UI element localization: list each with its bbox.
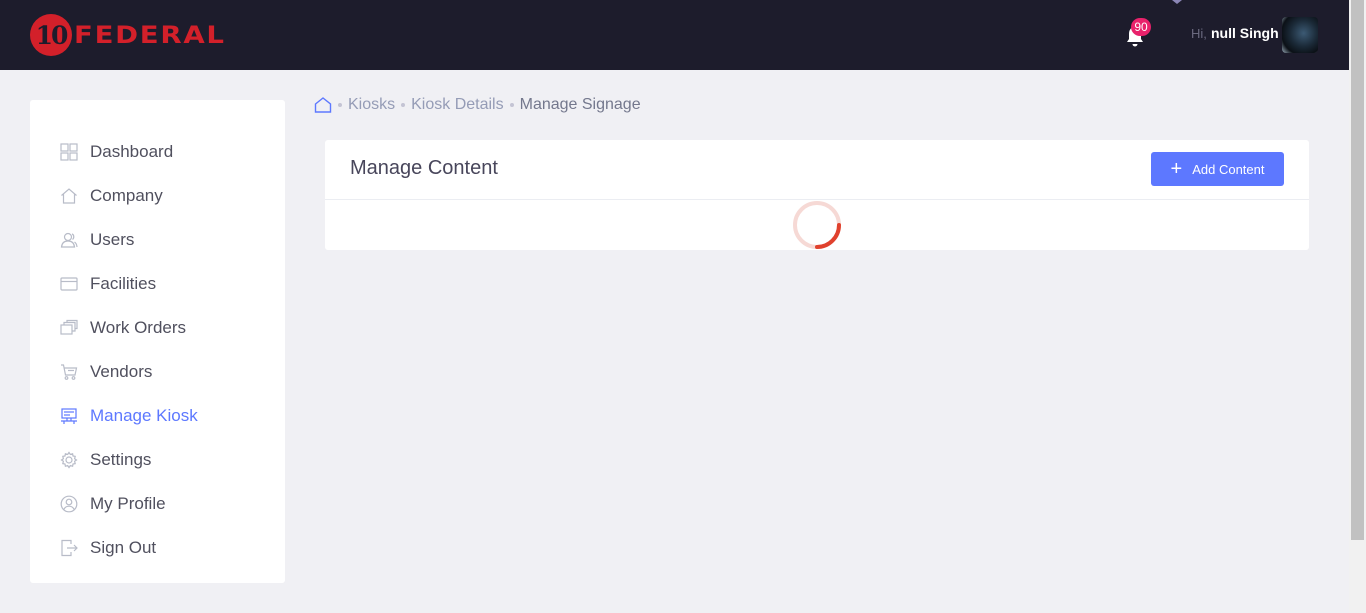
- user-name[interactable]: null Singh: [1211, 25, 1279, 41]
- sidebar-item-label: Company: [90, 186, 163, 205]
- greeting-text: Hi,: [1191, 26, 1207, 41]
- sidebar-item-settings[interactable]: Settings: [60, 448, 151, 472]
- breadcrumb-current: Manage Signage: [519, 96, 641, 113]
- home-icon[interactable]: [314, 96, 332, 114]
- breadcrumb-separator: [509, 103, 514, 107]
- sidebar-item-company[interactable]: Company: [60, 184, 163, 208]
- logo[interactable]: 10 FEDERAL: [30, 14, 224, 56]
- add-content-label: Add Content: [1192, 161, 1265, 177]
- sidebar-item-label: Facilities: [90, 274, 157, 293]
- breadcrumb: Kiosks Kiosk Details Manage Signage: [314, 94, 641, 116]
- breadcrumb-separator: [401, 103, 406, 107]
- plus-icon: +: [1170, 158, 1183, 180]
- users-icon: [60, 232, 78, 248]
- sidebar-item-manage-kiosk[interactable]: Manage Kiosk: [60, 404, 198, 428]
- sign-out-icon: [61, 539, 78, 557]
- logo-badge: 10: [30, 14, 72, 56]
- profile-icon: [60, 495, 78, 513]
- cart-icon: [61, 364, 78, 380]
- dropdown-caret-icon: [1172, 0, 1182, 4]
- sidebar-item-label: My Profile: [90, 494, 166, 513]
- sidebar-item-label: Dashboard: [90, 142, 174, 161]
- avatar[interactable]: [1282, 17, 1318, 53]
- sidebar-item-label: Manage Kiosk: [90, 406, 198, 425]
- gear-icon: [60, 451, 78, 469]
- sidebar-item-label: Sign Out: [90, 538, 157, 557]
- sidebar-item-users[interactable]: Users: [60, 228, 134, 252]
- dashboard-icon: [60, 143, 78, 161]
- sidebar-item-vendors[interactable]: Vendors: [60, 360, 152, 384]
- notification-badge: 90: [1131, 18, 1151, 36]
- panel-header: Manage Content + Add Content: [325, 140, 1309, 200]
- manage-content-panel: Manage Content + Add Content: [325, 140, 1309, 250]
- scrollbar-thumb[interactable]: [1351, 0, 1364, 540]
- sidebar-item-sign-out[interactable]: Sign Out: [60, 536, 156, 560]
- add-content-button[interactable]: + Add Content: [1151, 152, 1284, 186]
- sidebar-item-label: Vendors: [90, 362, 153, 381]
- sidebar-item-label: Users: [90, 230, 135, 249]
- sidebar-item-work-orders[interactable]: Work Orders: [60, 316, 186, 340]
- work-orders-icon: [60, 319, 78, 335]
- page-title: Manage Content: [350, 157, 498, 179]
- kiosk-icon: [61, 408, 77, 424]
- sidebar-item-my-profile[interactable]: My Profile: [60, 492, 166, 516]
- logo-text: FEDERAL: [74, 21, 226, 49]
- sidebar-item-label: Work Orders: [90, 318, 187, 337]
- breadcrumb-kiosk-details[interactable]: Kiosk Details: [411, 96, 503, 114]
- breadcrumb-kiosks[interactable]: Kiosks: [348, 96, 395, 114]
- sidebar-item-facilities[interactable]: Facilities: [60, 272, 156, 296]
- loading-spinner-icon: [793, 201, 841, 249]
- facilities-icon: [60, 277, 78, 291]
- home-icon: [61, 188, 77, 204]
- sidebar: Dashboard Company Users Facilities Work …: [30, 100, 285, 583]
- sidebar-item-dashboard[interactable]: Dashboard: [60, 140, 173, 164]
- breadcrumb-separator: [338, 103, 342, 107]
- sidebar-item-label: Settings: [90, 450, 152, 469]
